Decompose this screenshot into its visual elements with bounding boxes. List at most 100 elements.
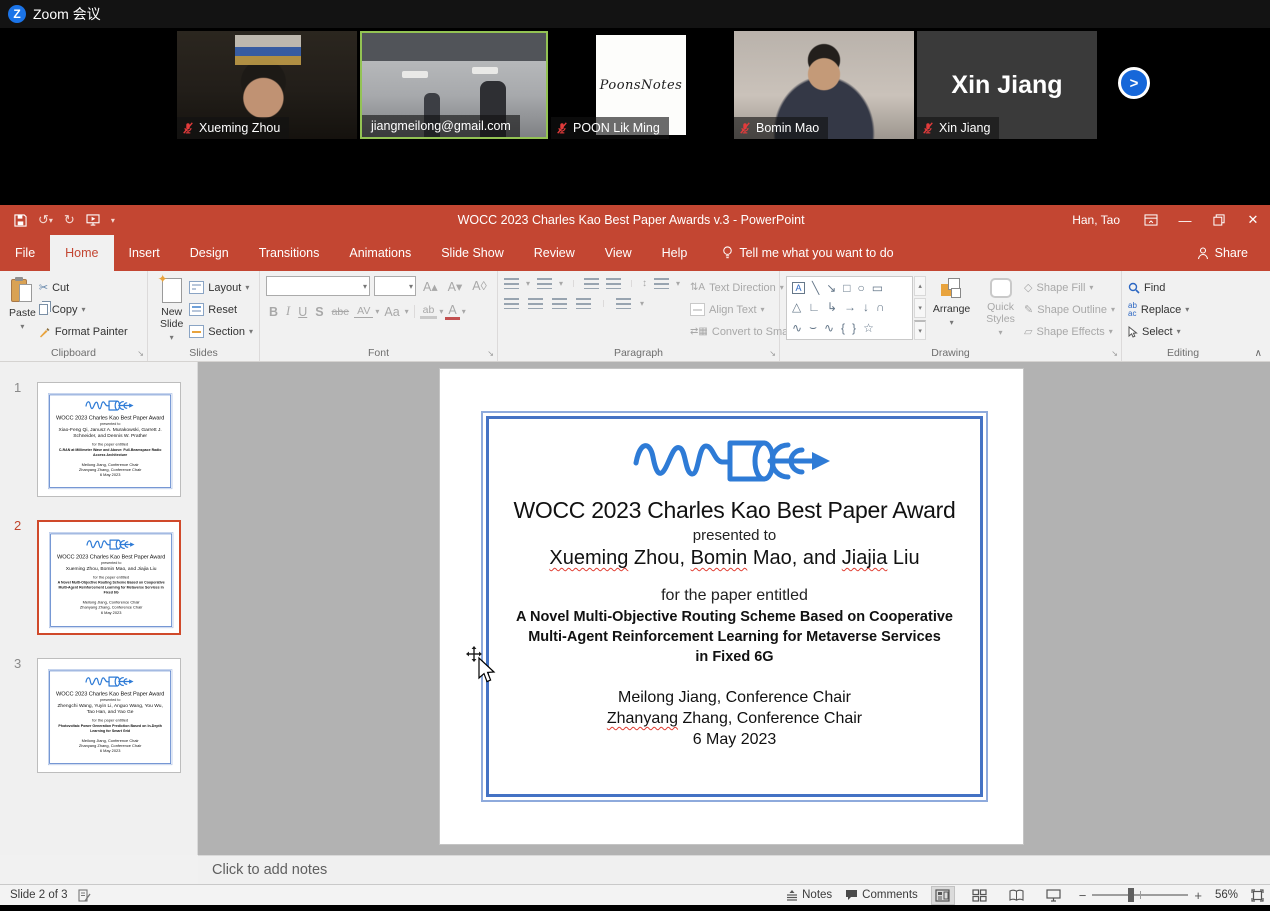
notes-toggle-button[interactable]: Notes	[786, 889, 832, 901]
participant-tile-jiangmeilong[interactable]: jiangmeilong@gmail.com	[360, 31, 548, 139]
tab-transitions[interactable]: Transitions	[244, 235, 335, 271]
clipboard-dialog-launcher-icon[interactable]: ↘	[137, 349, 144, 358]
align-right-icon[interactable]	[552, 298, 567, 309]
participant-tile-xin-jiang[interactable]: Xin Jiang Xin Jiang	[917, 31, 1097, 139]
freeform-shape-icon[interactable]: ∿	[824, 321, 834, 335]
scribble-shape-icon[interactable]: ∿	[792, 321, 802, 335]
rounded-rectangle-shape-icon[interactable]: ▭	[872, 281, 883, 295]
align-left-icon[interactable]	[504, 298, 519, 309]
find-button[interactable]: Find	[1128, 277, 1189, 298]
shapes-more-icon[interactable]: ▾	[914, 320, 926, 340]
drawing-dialog-launcher-icon[interactable]: ↘	[1111, 349, 1118, 358]
minimize-button[interactable]: —	[1168, 205, 1202, 235]
font-name-combobox[interactable]: ▾	[266, 276, 370, 296]
columns-icon[interactable]	[616, 298, 631, 309]
text-box-shape-icon[interactable]: A	[792, 282, 805, 294]
character-spacing-button[interactable]: AV	[354, 305, 373, 318]
zoom-out-icon[interactable]: −	[1079, 888, 1087, 903]
grow-font-icon[interactable]: A▴	[420, 279, 441, 294]
italic-button[interactable]: I	[283, 304, 293, 319]
share-button[interactable]: Share	[1197, 235, 1270, 271]
shapes-gallery[interactable]: A╲↘□○▭ △∟↳→↓∩ ∿⌣∿{}☆	[786, 276, 913, 340]
start-slideshow-icon[interactable]	[86, 214, 100, 226]
arc-shape-icon[interactable]: ∩	[876, 300, 885, 314]
star-shape-icon[interactable]: ☆	[863, 321, 874, 335]
tab-help[interactable]: Help	[647, 235, 703, 271]
collapse-ribbon-icon[interactable]: ∧	[1255, 348, 1262, 359]
undo-icon[interactable]: ↺▾	[38, 212, 53, 228]
tab-home[interactable]: Home	[50, 235, 113, 271]
zoom-in-icon[interactable]: +	[1194, 888, 1202, 903]
down-arrow-shape-icon[interactable]: ↓	[863, 300, 869, 314]
clear-formatting-icon[interactable]: A◊	[469, 279, 490, 293]
elbow-shape-icon[interactable]: ∟	[808, 300, 820, 314]
decrease-indent-icon[interactable]	[584, 278, 599, 289]
paragraph-dialog-launcher-icon[interactable]: ↘	[769, 349, 776, 358]
slide-sorter-view-button[interactable]	[968, 886, 992, 905]
paste-button[interactable]: Paste ▾	[6, 276, 39, 333]
tab-design[interactable]: Design	[175, 235, 244, 271]
section-button[interactable]: Section▾	[189, 321, 253, 342]
elbow-arrow-shape-icon[interactable]: ↳	[827, 300, 837, 314]
close-button[interactable]: ✕	[1236, 205, 1270, 235]
format-painter-button[interactable]: Format Painter	[39, 321, 128, 342]
tab-insert[interactable]: Insert	[114, 235, 175, 271]
arrange-button[interactable]: Arrange ▾	[926, 276, 977, 329]
reading-view-button[interactable]	[1005, 886, 1029, 905]
increase-indent-icon[interactable]	[606, 278, 621, 289]
customize-qat-icon[interactable]: ▾	[111, 216, 115, 225]
layout-button[interactable]: Layout▾	[189, 277, 253, 298]
reset-button[interactable]: Reset	[189, 299, 253, 320]
shapes-scroll-up-icon[interactable]: ▴	[914, 276, 926, 296]
select-button[interactable]: Select▾	[1128, 321, 1189, 342]
tab-slide-show[interactable]: Slide Show	[426, 235, 519, 271]
triangle-shape-icon[interactable]: △	[792, 300, 801, 314]
save-icon[interactable]	[14, 214, 27, 227]
shadow-button[interactable]: S	[312, 305, 326, 319]
align-center-icon[interactable]	[528, 298, 543, 309]
oval-shape-icon[interactable]: ○	[858, 281, 865, 295]
participant-tile-bomin-mao[interactable]: Bomin Mao	[734, 31, 914, 139]
quick-styles-button[interactable]: Quick Styles ▾	[977, 276, 1024, 339]
left-brace-shape-icon[interactable]: {	[841, 321, 845, 335]
participant-tile-xueming-zhou[interactable]: Xueming Zhou	[177, 31, 357, 139]
next-participants-button[interactable]: >	[1118, 67, 1150, 99]
numbering-icon[interactable]	[537, 278, 552, 289]
redo-icon[interactable]: ↻	[64, 212, 75, 228]
slide-thumbnail-2-selected[interactable]: WOCC 2023 Charles Kao Best Paper Award p…	[37, 520, 181, 635]
zoom-slider-thumb[interactable]	[1128, 888, 1134, 902]
ribbon-display-options-icon[interactable]	[1134, 205, 1168, 235]
tab-file[interactable]: File	[0, 235, 50, 271]
tab-review[interactable]: Review	[519, 235, 590, 271]
strikethrough-button[interactable]: abe	[329, 306, 353, 318]
font-size-combobox[interactable]: ▾	[374, 276, 416, 296]
slide-border-frame[interactable]: WOCC 2023 Charles Kao Best Paper Award p…	[481, 411, 988, 802]
shape-effects-button[interactable]: ▱Shape Effects▾	[1024, 321, 1115, 342]
font-color-button[interactable]: A	[445, 303, 459, 320]
fit-slide-to-window-icon[interactable]	[1251, 889, 1264, 902]
comments-toggle-button[interactable]: Comments	[845, 889, 918, 901]
rectangle-shape-icon[interactable]: □	[843, 281, 850, 295]
current-slide[interactable]: WOCC 2023 Charles Kao Best Paper Award p…	[440, 369, 1023, 844]
new-slide-button[interactable]: ✦ New Slide ▾	[154, 276, 189, 344]
zoom-percentage[interactable]: 56%	[1215, 889, 1238, 901]
slide-thumbnail-1[interactable]: WOCC 2023 Charles Kao Best Paper Award p…	[37, 382, 181, 497]
slide-show-view-button[interactable]	[1042, 886, 1066, 905]
slide-editor-canvas[interactable]: WOCC 2023 Charles Kao Best Paper Award p…	[198, 362, 1270, 855]
zoom-slider[interactable]: − +	[1079, 888, 1202, 903]
right-brace-shape-icon[interactable]: }	[852, 321, 856, 335]
tab-view[interactable]: View	[590, 235, 647, 271]
copy-button[interactable]: Copy▾	[39, 299, 128, 320]
participant-tile-poon-lik-ming[interactable]: PoonsNotes POON Lik Ming	[551, 31, 731, 139]
spell-check-icon[interactable]	[78, 889, 91, 902]
arrow-shape-icon[interactable]: ↘	[826, 281, 836, 295]
restore-button[interactable]	[1202, 205, 1236, 235]
highlight-color-button[interactable]: ab	[420, 304, 438, 319]
shape-outline-button[interactable]: ✎Shape Outline▾	[1024, 299, 1115, 320]
tab-animations[interactable]: Animations	[334, 235, 426, 271]
slide-thumbnail-3[interactable]: WOCC 2023 Charles Kao Best Paper Award p…	[37, 658, 181, 773]
change-case-button[interactable]: Aa	[381, 305, 402, 319]
bullets-icon[interactable]	[504, 278, 519, 289]
normal-view-button[interactable]	[931, 886, 955, 905]
justify-icon[interactable]	[576, 298, 591, 309]
